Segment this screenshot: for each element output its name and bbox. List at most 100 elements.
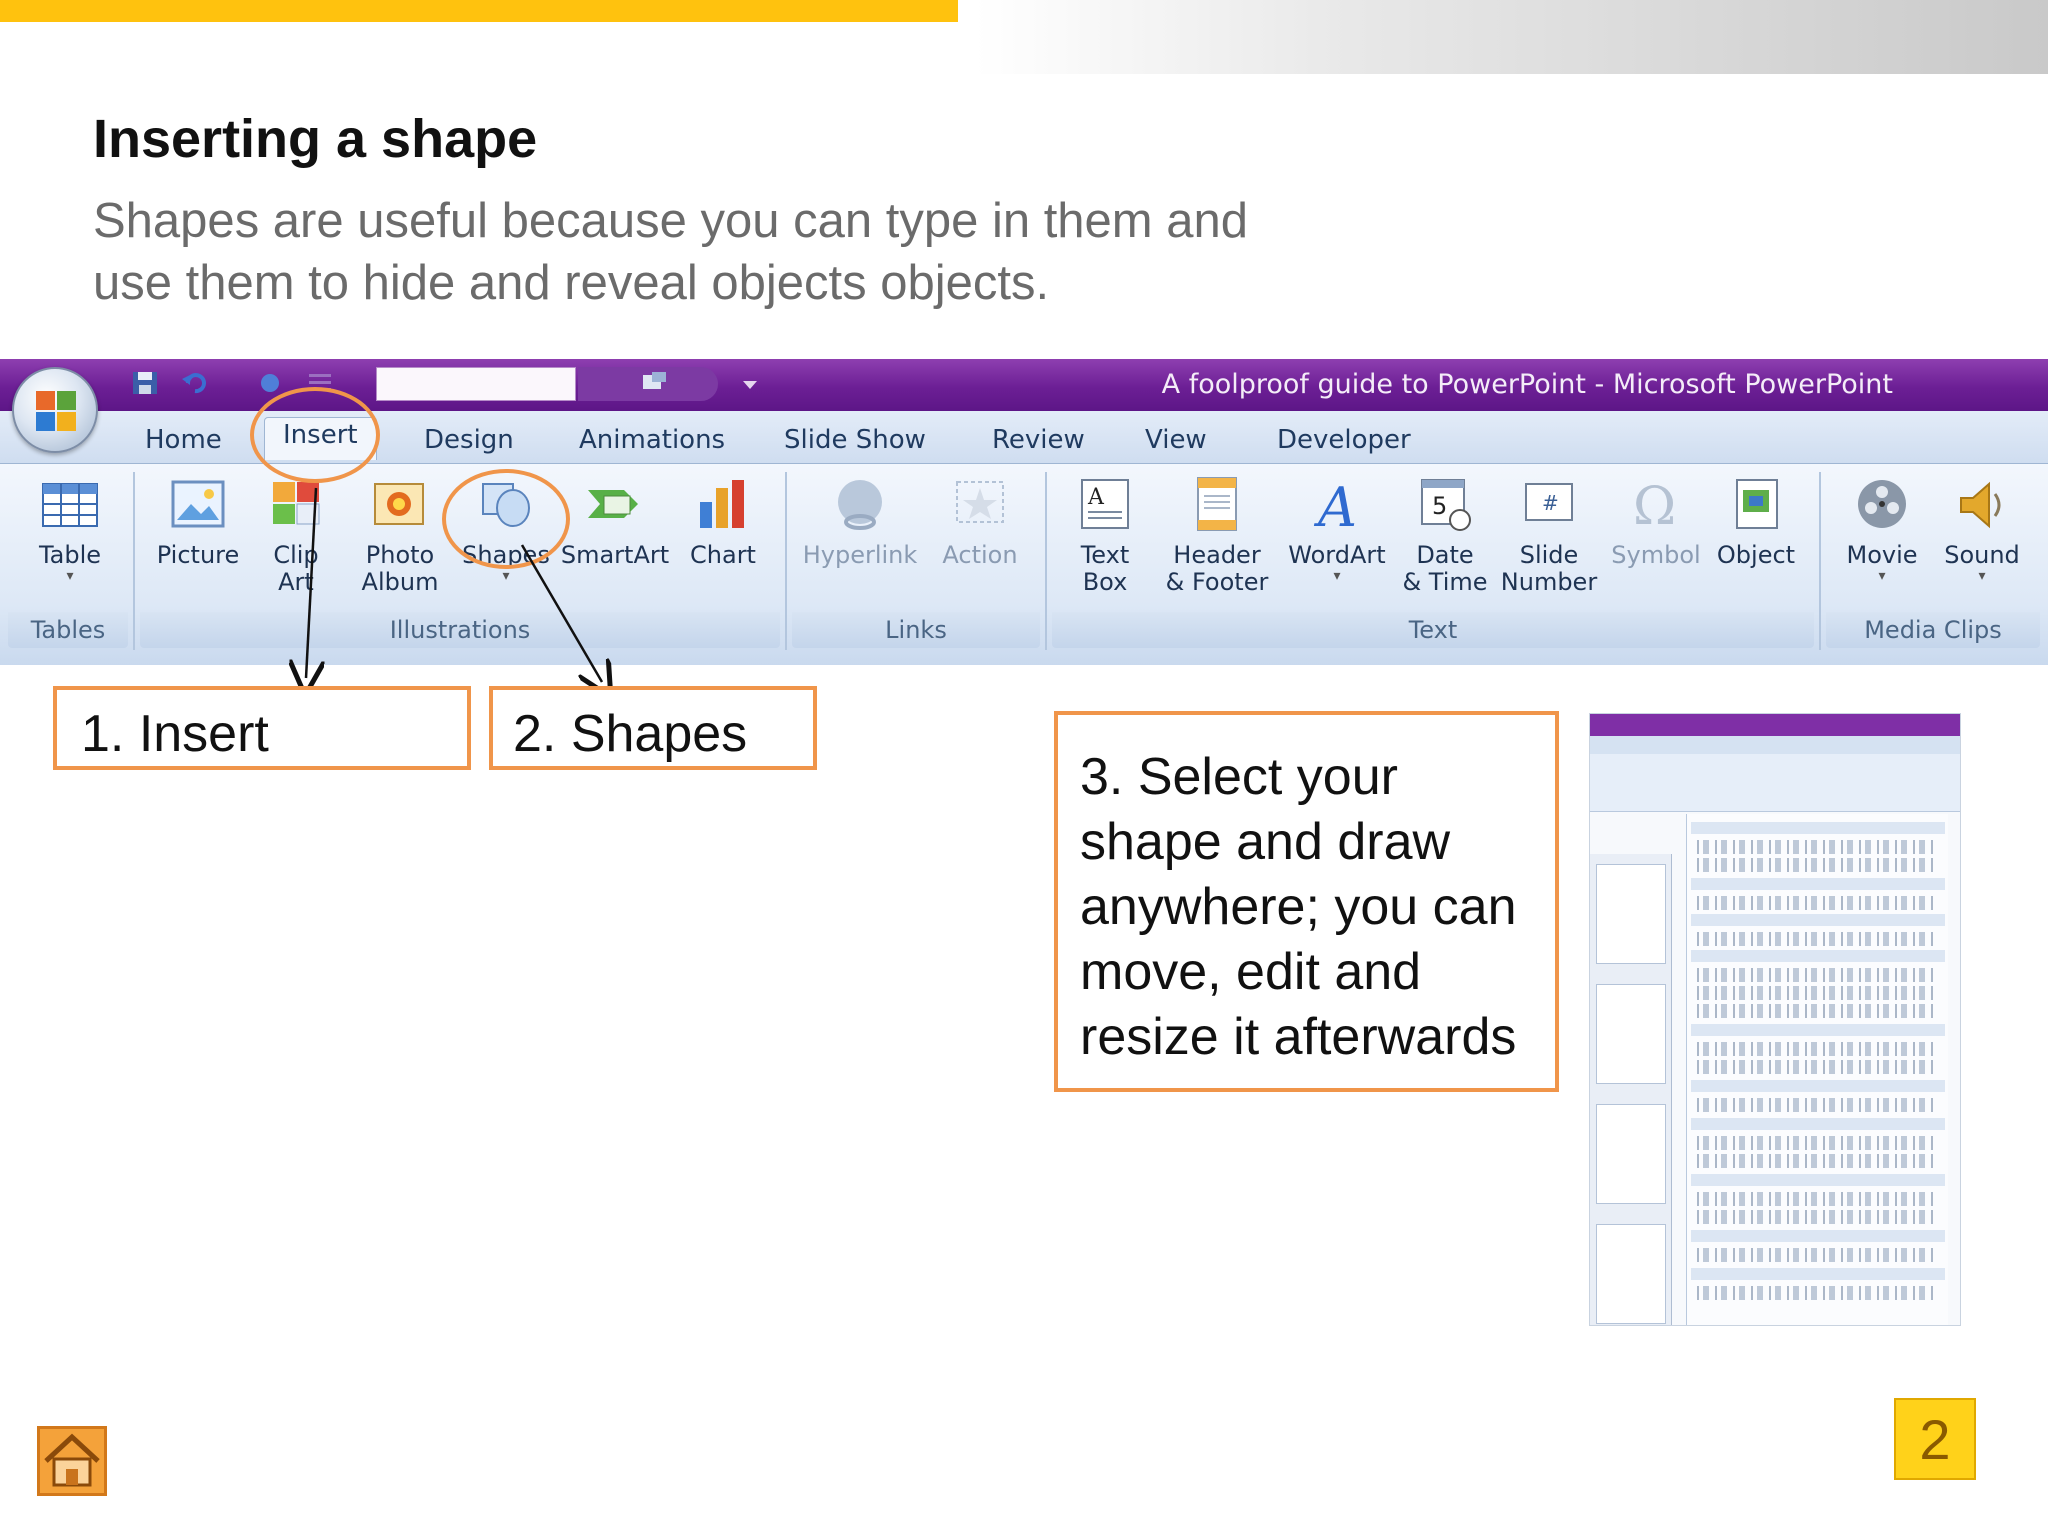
table-button[interactable]: Table ▾: [20, 474, 120, 583]
gallery-section-header: [1691, 1174, 1945, 1186]
callout-step-3-line-2: shape and draw: [1080, 813, 1451, 871]
tab-home[interactable]: Home: [145, 425, 222, 455]
text-box-label-1: Text: [1080, 541, 1130, 569]
home-icon: [44, 1433, 100, 1487]
object-label: Object: [1716, 541, 1796, 569]
object-button[interactable]: Object: [1706, 474, 1806, 569]
group-separator: [1819, 472, 1821, 650]
thumb-slide-pane: [1590, 854, 1672, 1325]
thumb-titlebar: [1590, 714, 1960, 736]
thumb-slide: [1596, 984, 1666, 1084]
gallery-shape-row: [1697, 1248, 1937, 1262]
sound-label: Sound: [1944, 541, 2020, 569]
callout-step-3-line-3: anywhere; you can: [1080, 878, 1517, 936]
gallery-section-header: [1691, 1268, 1945, 1280]
hyperlink-button[interactable]: Hyperlink: [800, 474, 920, 569]
gallery-section-header: [1691, 1230, 1945, 1242]
window-title: A foolproof guide to PowerPoint - Micros…: [1161, 369, 1893, 400]
svg-text:A: A: [1313, 476, 1357, 536]
clip-art-label-2: Art: [278, 568, 314, 596]
callout-step-1-text: 1. Insert: [81, 705, 269, 763]
group-label-media: Media Clips: [1864, 616, 2002, 644]
chevron-down-icon: ▾: [66, 568, 74, 584]
chart-icon: [700, 480, 744, 528]
svg-text:5: 5: [1432, 492, 1447, 520]
customize-qat-icon[interactable]: [735, 369, 765, 397]
text-box-button[interactable]: A Text Box: [1060, 474, 1150, 596]
clip-art-label-1: Clip: [273, 541, 319, 569]
object-icon: [1736, 479, 1778, 529]
group-separator: [133, 472, 135, 650]
chart-button[interactable]: Chart: [678, 474, 768, 569]
save-icon[interactable]: [130, 369, 160, 397]
smartart-label: SmartArt: [560, 541, 670, 569]
picture-label: Picture: [156, 541, 240, 569]
symbol-button[interactable]: Ω Symbol: [1606, 474, 1706, 569]
ribbon-body: Table ▾ Tables Picture Clip Art Photo Al…: [0, 463, 2048, 665]
chart-label: Chart: [690, 541, 756, 569]
chevron-down-icon: ▾: [1978, 568, 1986, 584]
gallery-shape-row: [1697, 1154, 1937, 1168]
gallery-shape-row: [1697, 896, 1937, 910]
undo-icon[interactable]: [180, 369, 210, 397]
tab-design[interactable]: Design: [424, 425, 514, 455]
header-footer-button[interactable]: Header & Footer: [1158, 474, 1276, 596]
subtitle-line-1: Shapes are useful because you can type i…: [93, 194, 1248, 248]
gallery-shape-row: [1697, 1042, 1937, 1056]
omega-icon: Ω: [1633, 477, 1676, 536]
slide-title: Inserting a shape: [93, 109, 538, 169]
action-label: Action: [942, 541, 1018, 569]
office-logo-icon: [36, 391, 76, 431]
office-button[interactable]: [12, 367, 98, 453]
header-accent-bar: [0, 0, 958, 22]
gallery-shape-row: [1697, 968, 1937, 982]
photo-album-label-2: Album: [361, 568, 439, 596]
photo-album-button[interactable]: Photo Album: [344, 474, 456, 596]
action-icon: [956, 481, 1004, 523]
picture-button[interactable]: Picture: [148, 474, 248, 569]
gallery-shape-row: [1697, 1136, 1937, 1150]
symbol-label: Symbol: [1611, 541, 1701, 569]
svg-text:A: A: [1087, 485, 1105, 510]
smartart-button[interactable]: SmartArt: [560, 474, 670, 569]
group-separator: [785, 472, 787, 650]
gallery-shape-row: [1697, 1098, 1937, 1112]
chevron-down-icon: ▾: [1333, 568, 1341, 584]
movie-button[interactable]: Movie ▾: [1834, 474, 1930, 583]
gallery-shape-row: [1697, 986, 1937, 1000]
gallery-section-header: [1691, 822, 1945, 834]
callout-step-3-line-1: 3. Select your: [1080, 748, 1398, 806]
sound-button[interactable]: Sound ▾: [1934, 474, 2030, 583]
font-box[interactable]: [376, 367, 576, 401]
tab-developer[interactable]: Developer: [1277, 425, 1411, 455]
text-box-label-2: Box: [1082, 568, 1128, 596]
tab-animations[interactable]: Animations: [579, 425, 725, 455]
gallery-shape-row: [1697, 840, 1937, 854]
insert-tab-highlight-ring: [250, 387, 380, 483]
action-button[interactable]: Action: [930, 474, 1030, 569]
callout-step-3-line-5: resize it afterwards: [1080, 1008, 1517, 1066]
redo-icon[interactable]: [255, 369, 285, 397]
group-label-tables: Tables: [30, 616, 106, 644]
callout-step-3-line-4: move, edit and: [1080, 943, 1422, 1001]
presenter-icon[interactable]: [640, 369, 670, 397]
photo-album-icon: [374, 483, 424, 525]
date-time-button[interactable]: 5 Date & Time: [1398, 474, 1492, 596]
slide-number-button[interactable]: # Slide Number: [1496, 474, 1602, 596]
callout-step-3: 3. Select your shape and draw anywhere; …: [1054, 711, 1559, 1092]
calendar-icon: 5: [1421, 479, 1471, 531]
tab-slide-show[interactable]: Slide Show: [784, 425, 926, 455]
date-time-label-2: & Time: [1402, 568, 1488, 596]
movie-label: Movie: [1846, 541, 1918, 569]
tab-review[interactable]: Review: [992, 425, 1085, 455]
thumb-shapes-gallery: [1686, 814, 1948, 1325]
group-separator: [1045, 472, 1047, 650]
tab-view[interactable]: View: [1145, 425, 1207, 455]
home-button[interactable]: [37, 1426, 107, 1496]
clip-art-button[interactable]: Clip Art: [256, 474, 336, 596]
chevron-down-icon: ▾: [502, 568, 510, 584]
svg-text:Ω: Ω: [1633, 477, 1676, 536]
wordart-button[interactable]: A WordArt ▾: [1282, 474, 1392, 583]
shapes-button-highlight-ring: [442, 469, 570, 569]
slide-subtitle: Shapes are useful because you can type i…: [93, 190, 1393, 314]
